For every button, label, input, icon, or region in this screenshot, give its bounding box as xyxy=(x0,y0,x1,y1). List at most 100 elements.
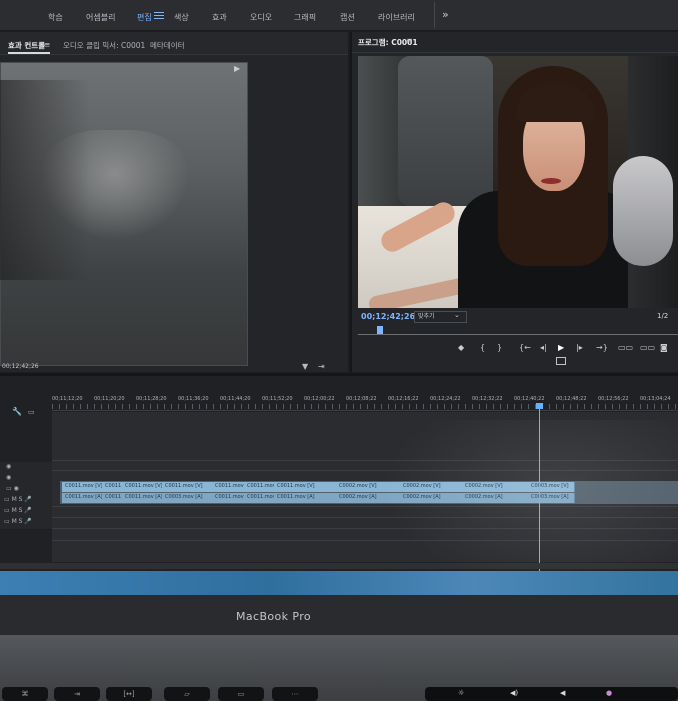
ruler-tick-label: 00;11;52;20 xyxy=(262,396,293,402)
clip-label: C0011.mov [V] xyxy=(125,483,163,489)
clip-label: C0003.mov [A] xyxy=(165,494,203,500)
workspace-learn[interactable]: 학습 xyxy=(48,12,63,23)
video-clip[interactable]: C0011.mov [V] xyxy=(162,482,213,492)
clip-label: C0002.mov [V] xyxy=(339,483,377,489)
in-point-icon[interactable]: { xyxy=(480,343,485,352)
mute-icon[interactable]: ◀ xyxy=(560,689,565,697)
audio-clip[interactable]: C0003.mov [A] xyxy=(162,493,213,503)
program-time-ruler[interactable] xyxy=(358,334,678,335)
audio-clip[interactable]: C0011.mov [A] xyxy=(212,493,253,503)
workspace-assembly[interactable]: 어셈블리 xyxy=(86,12,115,23)
video-clip[interactable]: C0011.mov [V] xyxy=(274,482,337,492)
timeline-playhead-handle[interactable] xyxy=(536,403,543,409)
marker-icon[interactable]: ◆ xyxy=(458,343,464,352)
workspace-effects[interactable]: 효과 xyxy=(212,12,227,23)
camera-icon[interactable]: ◙ xyxy=(660,343,668,352)
workspace-bar: 학습 어셈블리 편집 색상 효과 오디오 그래픽 캡션 라이브러리 » xyxy=(0,0,678,31)
clip-label: C0011 xyxy=(105,494,122,500)
resolution-select[interactable]: 1/2 xyxy=(657,312,668,320)
workspace-captions[interactable]: 캡션 xyxy=(340,12,355,23)
out-point-icon[interactable]: } xyxy=(497,343,502,352)
go-to-in-icon[interactable]: {← xyxy=(519,343,531,352)
export-icon[interactable]: ⇥ xyxy=(318,362,325,371)
audio-clip[interactable]: C0011.mov [A] xyxy=(122,493,163,503)
bracket-icon[interactable]: [↔] xyxy=(106,687,152,701)
workspace-graphics[interactable]: 그래픽 xyxy=(294,12,316,23)
ruler-tick-label: 00;12;24;22 xyxy=(430,396,461,402)
audio-clip[interactable]: C0011 xyxy=(102,493,123,503)
video-clip[interactable]: C0011 xyxy=(102,482,123,492)
play-triangle-icon[interactable]: ▶ xyxy=(234,64,240,73)
video-clip[interactable]: C0011.mov [V] xyxy=(122,482,163,492)
ruler-tick-label: 00;11;44;20 xyxy=(220,396,251,402)
ruler-tick-label: 00;11;12;20 xyxy=(52,396,83,402)
go-to-out-icon[interactable]: →} xyxy=(596,343,608,352)
play-icon[interactable]: ▶ xyxy=(558,343,564,352)
divider xyxy=(434,2,435,28)
scene-bangs xyxy=(516,84,594,122)
audio-clip[interactable]: C0011.mov [A] xyxy=(244,493,285,503)
program-timecode[interactable]: 00;12;42;26 xyxy=(361,312,415,321)
chevron-down-icon[interactable]: ⌄ xyxy=(454,311,460,319)
effect-controls-timecode: 00;12;42;26 xyxy=(2,363,39,370)
wrench-icon[interactable]: 🔧 xyxy=(12,407,22,416)
extract-icon[interactable]: ▭▭ xyxy=(640,343,655,352)
audio-clip[interactable]: C0011.mov [A] xyxy=(62,493,103,503)
hamburger-menu-icon[interactable]: ≡ xyxy=(44,40,50,49)
caption-icon[interactable]: ▭ xyxy=(28,408,35,416)
audio-clip[interactable]: C0011.mov [A] xyxy=(274,493,337,503)
comment-icon[interactable]: ▭ xyxy=(218,687,264,701)
ruler-tick-label: 00;11;28;20 xyxy=(136,396,167,402)
workspace-audio[interactable]: 오디오 xyxy=(250,12,272,23)
laptop-bezel xyxy=(0,595,678,635)
clip-label: C0011 xyxy=(105,483,122,489)
scene-lips xyxy=(541,178,561,184)
active-tab-indicator xyxy=(8,52,50,54)
device-label: MacBook Pro xyxy=(236,610,312,623)
video-clip[interactable]: C0011.mov [V] xyxy=(62,482,103,492)
double-chevron-right-icon[interactable]: » xyxy=(442,8,449,21)
siri-icon[interactable]: ● xyxy=(606,689,612,697)
tab-metadata[interactable]: 메타데이터 xyxy=(150,40,185,51)
volume-icon[interactable]: ◀) xyxy=(510,689,518,697)
filter-icon[interactable]: ▼ xyxy=(302,362,308,371)
video-clip[interactable]: C0011.mov [V] xyxy=(212,482,253,492)
clip-label: C0002.mov [A] xyxy=(339,494,377,500)
tab-audio-clip-mixer[interactable]: 오디오 클립 믹서: C0001 xyxy=(63,40,145,51)
step-forward-icon[interactable]: |▸ xyxy=(576,343,583,352)
ruler-tick-label: 00;12;40;22 xyxy=(514,396,545,402)
ruler-tick-label: 00;12;08;22 xyxy=(346,396,377,402)
left-panel-tabs: 효과 컨트롤 ≡ 오디오 클립 믹서: C0001 메타데이터 xyxy=(0,32,348,55)
tab-icon[interactable]: ⇥ xyxy=(54,687,100,701)
clip-label: C0011.mov [A] xyxy=(125,494,163,500)
ruler-tick-label: 00;11;20;20 xyxy=(94,396,125,402)
cmd-icon[interactable]: ⌘ xyxy=(2,687,48,701)
screen-icon[interactable]: ▱ xyxy=(164,687,210,701)
ruler-tick-label: 00;12;00;22 xyxy=(304,396,335,402)
lift-icon[interactable]: ▭▭ xyxy=(618,343,633,352)
screen-glare xyxy=(380,420,678,590)
hamburger-menu-icon[interactable] xyxy=(154,12,164,20)
track-header-a3[interactable]: ▭ M S 🎤 xyxy=(0,517,52,530)
ruler-tick-label: 00;11;36;20 xyxy=(178,396,209,402)
scene-masked-face xyxy=(613,156,673,266)
ruler-tick-label: 00;12;16;22 xyxy=(388,396,419,402)
scene-standing-person xyxy=(398,56,493,206)
program-playhead[interactable] xyxy=(377,326,383,334)
ruler-tick-label: 00;12;56;22 xyxy=(598,396,629,402)
brightness-icon[interactable]: ☼ xyxy=(458,689,464,697)
tab-effect-controls[interactable]: 효과 컨트롤 xyxy=(8,40,45,51)
program-video-frame xyxy=(358,56,678,308)
workspace-libraries[interactable]: 라이브러리 xyxy=(378,12,415,23)
hamburger-menu-icon[interactable]: ≡ xyxy=(406,36,413,45)
step-back-icon[interactable]: ◂| xyxy=(540,343,547,352)
divider xyxy=(352,52,678,53)
clip-label: C0011.mov [V] xyxy=(277,483,315,489)
ruler-tick-label: 00;12;48;22 xyxy=(556,396,587,402)
workspace-edit[interactable]: 편집 xyxy=(137,12,152,23)
more-icon[interactable]: ⋯ xyxy=(272,687,318,701)
reflection-shadow xyxy=(0,80,90,280)
video-clip[interactable]: C0011.mov [V] xyxy=(244,482,285,492)
workspace-color[interactable]: 색상 xyxy=(174,12,189,23)
export-frame-icon[interactable] xyxy=(556,357,566,365)
